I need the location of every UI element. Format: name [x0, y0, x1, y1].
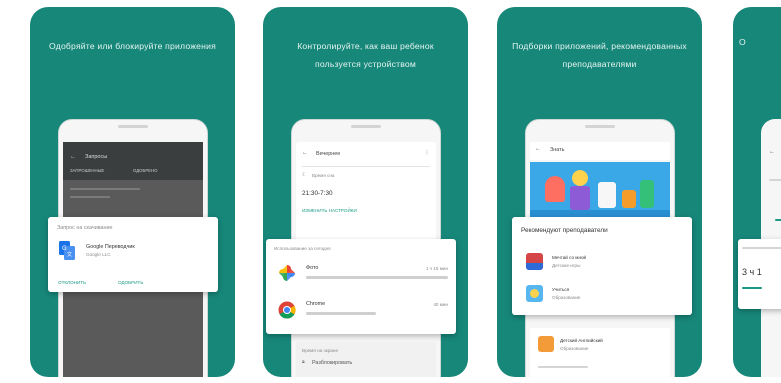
section-label: Время сна: [312, 173, 335, 178]
usage-header: Использование за сегодня: [274, 246, 331, 251]
svg-text:文: 文: [67, 251, 72, 258]
google-translate-icon: G 文: [59, 241, 75, 260]
character-figure: [545, 176, 565, 202]
phone-speaker: [585, 125, 615, 128]
character-figure: [598, 182, 616, 208]
summary-panel: 3 ч 1: [738, 239, 781, 309]
footer-item[interactable]: Разблокировать: [312, 360, 352, 366]
recommended-panel: Рекомендуют преподаватели Мечтай со мной…: [512, 217, 692, 315]
panel-title: Рекомендуют преподаватели: [521, 227, 608, 234]
character-head: [572, 170, 588, 186]
screenshot-card-3: Подборки приложений, рекомендованных пре…: [497, 7, 702, 377]
toolbar: ← Запросы ЗАПРОШЕННЫЕ ОДОБРЕНО: [63, 142, 203, 180]
app-name: Фото: [306, 265, 319, 271]
app-english-icon: [538, 336, 554, 352]
time-range: 21:30-7:30: [302, 190, 333, 197]
app-game-icon: [526, 253, 543, 270]
time-text: 3 ч 1: [742, 267, 762, 277]
footer-area: Время на экране 🔒︎ Разблокировать: [296, 342, 436, 377]
placeholder-line: [70, 188, 140, 190]
illustration-banner: [530, 162, 670, 224]
caption-text: Подборки приложений, рекомендованных пре…: [512, 41, 687, 69]
caption-text: О: [739, 37, 746, 47]
app-time: 40 мин: [433, 302, 448, 307]
app-developer: Google LLC: [86, 252, 111, 257]
placeholder-line: [538, 366, 588, 368]
toolbar-title: Запросы: [85, 154, 108, 160]
app-education-icon: [526, 285, 543, 302]
back-icon[interactable]: ←: [70, 154, 76, 160]
character-figure: [622, 190, 636, 208]
app-subtitle: Образование: [560, 346, 589, 351]
back-icon[interactable]: ←: [769, 149, 775, 155]
toolbar-title: Вечернее: [316, 151, 341, 157]
toolbar-title: Знать: [550, 147, 565, 153]
phone-speaker: [351, 125, 381, 128]
accent-line: [775, 219, 781, 221]
character-figure: [570, 186, 590, 210]
google-photos-icon: [278, 264, 296, 282]
deny-button[interactable]: ОТКЛОНИТЬ: [58, 280, 86, 285]
toolbar: ← Знать: [530, 142, 670, 160]
phone-speaker: [118, 125, 148, 128]
lower-list: Детский Английский Образование: [530, 328, 670, 377]
placeholder-line: [70, 196, 110, 198]
usage-panel: Использование за сегодня Фото 1 ч 15 мин: [266, 239, 456, 334]
app-name: Учиться: [552, 287, 570, 292]
app-name: Chrome: [306, 301, 326, 307]
more-vert-icon[interactable]: ⋮: [424, 149, 430, 156]
placeholder-line: [769, 179, 781, 181]
approve-button[interactable]: ОДОБРИТЬ: [118, 280, 143, 285]
back-icon[interactable]: ←: [535, 146, 541, 152]
chrome-icon: [278, 301, 296, 319]
screenshot-card-1: Одобряйте или блокируйте приложения ← За…: [30, 7, 235, 377]
placeholder-line: [742, 247, 781, 249]
tab-requested[interactable]: ЗАПРОШЕННЫЕ: [70, 168, 104, 173]
bedtime-icon: ☾: [302, 172, 307, 178]
back-icon[interactable]: ←: [302, 150, 308, 156]
lock-icon: 🔒︎: [302, 359, 305, 365]
app-name: Google Переводчик: [86, 244, 135, 250]
screenshot-card-4: О ← 3 ч 1: [733, 7, 781, 377]
accent-line: [742, 287, 762, 289]
dialog-title: Запрос на скачивание: [57, 225, 113, 231]
footer-label: Время на экране: [302, 348, 339, 353]
svg-text:G: G: [62, 245, 67, 252]
download-request-dialog: Запрос на скачивание G 文 Google Переводч…: [48, 217, 218, 292]
app-name: Детский Английский: [560, 338, 603, 343]
usage-bar: [306, 276, 448, 279]
character-figure: [640, 180, 654, 208]
caption-text: Контролируйте, как ваш ребенок пользуетс…: [297, 41, 434, 69]
caption-text: Одобряйте или блокируйте приложения: [49, 41, 216, 51]
screenshot-card-2: Контролируйте, как ваш ребенок пользуетс…: [263, 7, 468, 377]
divider: [302, 166, 430, 167]
app-time: 1 ч 15 мин: [425, 266, 448, 271]
app-name: Мечтай со мной: [552, 255, 587, 260]
app-subtitle: Образование: [552, 295, 581, 300]
usage-bar: [306, 312, 376, 315]
change-settings-link[interactable]: ИЗМЕНИТЬ НАСТРОЙКИ: [302, 208, 357, 213]
tab-approved[interactable]: ОДОБРЕНО: [133, 168, 158, 173]
app-subtitle: Детские игры: [552, 263, 581, 268]
